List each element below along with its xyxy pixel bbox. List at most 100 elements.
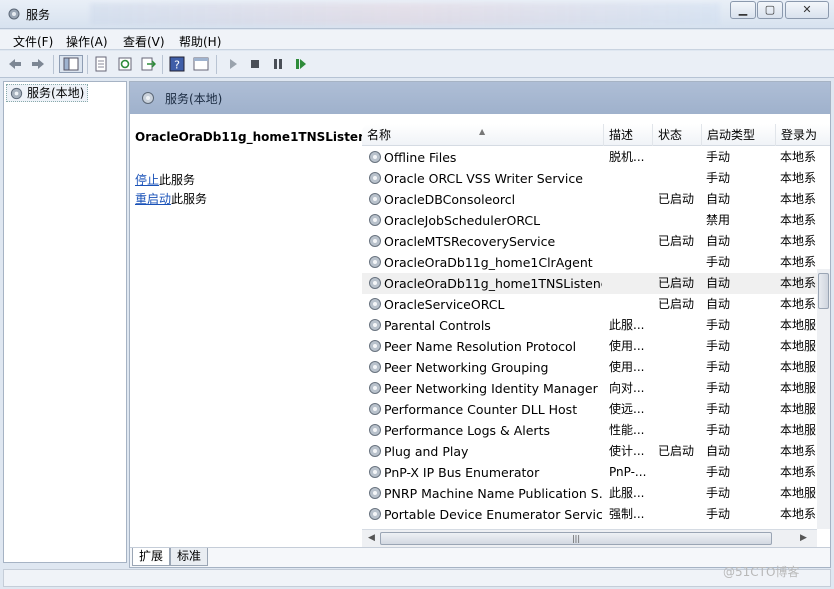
service-name-cell: OracleOraDb11g_home1TNSListener [384, 276, 602, 291]
service-row[interactable]: OracleMTSRecoveryService 已启动 自动 本地系 [362, 231, 817, 252]
window-title: 服务 [26, 8, 51, 22]
service-logon-cell: 本地服 [780, 423, 817, 437]
column-header-row: 名称 ▲ 描述 状态 启动类型 登录为 [362, 124, 830, 146]
service-desc-cell: 使远... [609, 402, 645, 416]
service-desc-cell: 强制... [609, 507, 645, 521]
tree-node-services-local[interactable]: 服务(本地) [6, 84, 89, 102]
service-startup-cell: 手动 [706, 318, 731, 332]
service-row[interactable]: Portable Device Enumerator Service 强制... 手… [362, 504, 817, 525]
show-hide-pane-icon[interactable] [192, 55, 210, 73]
service-row[interactable]: Performance Counter DLL Host 使远... 手动 本地服 [362, 399, 817, 420]
service-desc-cell: PnP-... [609, 465, 647, 479]
service-gear-icon [367, 296, 383, 312]
service-gear-icon [367, 233, 383, 249]
column-header-name[interactable]: 名称 ▲ [362, 124, 604, 146]
forward-arrow-icon[interactable] [29, 55, 47, 73]
service-row[interactable]: Plug and Play 使计... 已启动 自动 本地系 [362, 441, 817, 462]
scroll-right-arrow-icon[interactable]: ▶ [800, 533, 807, 543]
service-gear-icon [367, 317, 383, 333]
service-startup-cell: 禁用 [706, 213, 731, 227]
export-list-icon[interactable] [139, 55, 157, 73]
service-detail-panel: OracleOraDb11g_home1TNSListener 停止此服务 重启… [130, 114, 381, 548]
stop-service-link[interactable]: 停止 [135, 173, 159, 187]
service-row[interactable]: Parental Controls 此服... 手动 本地服 [362, 315, 817, 336]
service-status-cell: 已启动 [658, 297, 695, 311]
vertical-scrollbar[interactable] [817, 269, 830, 529]
service-gear-icon [367, 485, 383, 501]
restart-service-line: 重启动此服务 [135, 190, 207, 207]
service-logon-cell: 本地系 [780, 234, 817, 248]
pane-header: 服务(本地) [130, 82, 830, 114]
horizontal-scroll-thumb[interactable]: ||| [380, 532, 772, 545]
service-row[interactable]: PnP-X IP Bus Enumerator PnP-... 手动 本地系 [362, 462, 817, 483]
tab-extended[interactable]: 扩展 [132, 548, 171, 566]
maximize-button[interactable]: ▢ [757, 1, 783, 19]
tab-standard[interactable]: 标准 [170, 548, 209, 566]
service-name-cell: PnP-X IP Bus Enumerator [384, 465, 540, 480]
console-tree-icon[interactable] [59, 55, 83, 73]
column-header-startup-type[interactable]: 启动类型 [702, 124, 776, 146]
vertical-scroll-thumb[interactable] [818, 273, 829, 309]
service-row[interactable]: OracleDBConsoleorcl 已启动 自动 本地系 [362, 189, 817, 210]
service-row[interactable]: Peer Networking Grouping 使用... 手动 本地服 [362, 357, 817, 378]
close-button[interactable]: ✕ [785, 1, 829, 19]
horizontal-scrollbar[interactable]: ◀ ||| ▶ [362, 529, 817, 547]
watermark-text: @51CTO博客 [723, 565, 800, 579]
service-name-cell: Peer Networking Grouping [384, 360, 549, 375]
pane-title: 服务(本地) [165, 92, 223, 106]
service-name-cell: OracleOraDb11g_home1ClrAgent [384, 255, 593, 270]
service-gear-icon [367, 191, 383, 207]
service-logon-cell: 本地系 [780, 171, 817, 185]
column-header-desc[interactable]: 描述 [604, 124, 653, 146]
service-gear-icon [367, 422, 383, 438]
service-row[interactable]: Offline Files 脱机... 手动 本地系 [362, 147, 817, 168]
service-status-cell: 已启动 [658, 192, 695, 206]
service-desc-cell: 使计... [609, 444, 645, 458]
service-row[interactable]: OracleOraDb11g_home1ClrAgent 手动 本地系 [362, 252, 817, 273]
title-bar: 服务 ▁ ▢ ✕ [0, 0, 834, 29]
service-startup-cell: 自动 [706, 234, 731, 248]
stop-service-icon[interactable] [246, 55, 264, 73]
service-logon-cell: 本地服 [780, 402, 817, 416]
service-row[interactable]: Oracle ORCL VSS Writer Service 手动 本地系 [362, 168, 817, 189]
service-name-cell: Oracle ORCL VSS Writer Service [384, 171, 583, 186]
restart-service-link[interactable]: 重启动 [135, 192, 171, 206]
service-row[interactable]: PNRP Machine Name Publication S... 此服... 手… [362, 483, 817, 504]
service-startup-cell: 手动 [706, 507, 731, 521]
service-row[interactable]: OracleJobSchedulerORCL 禁用 本地系 [362, 210, 817, 231]
pause-service-icon[interactable] [269, 55, 287, 73]
service-desc-cell: 此服... [609, 486, 645, 500]
menu-view[interactable]: 查看(V) [123, 33, 165, 50]
scroll-left-arrow-icon[interactable]: ◀ [368, 533, 375, 543]
restart-service-icon[interactable] [292, 55, 310, 73]
refresh-icon[interactable] [116, 55, 134, 73]
help-icon[interactable]: ? [168, 55, 186, 73]
service-row[interactable]: Performance Logs & Alerts 性能... 手动 本地服 [362, 420, 817, 441]
start-service-icon[interactable] [224, 55, 242, 73]
stop-service-suffix: 此服务 [159, 173, 196, 187]
column-header-status[interactable]: 状态 [653, 124, 702, 146]
service-row[interactable]: OracleServiceORCL 已启动 自动 本地系 [362, 294, 817, 315]
service-status-cell: 已启动 [658, 444, 695, 458]
back-arrow-icon[interactable] [6, 55, 24, 73]
menu-action[interactable]: 操作(A) [66, 33, 108, 50]
service-name-cell: PNRP Machine Name Publication S... [384, 486, 602, 501]
minimize-button[interactable]: ▁ [730, 1, 756, 19]
column-header-logon[interactable]: 登录为 [776, 124, 830, 146]
menu-file[interactable]: 文件(F) [13, 33, 53, 50]
svg-text:?: ? [174, 59, 180, 72]
console-tree: 服务(本地) [3, 81, 127, 563]
service-desc-cell: 脱机... [609, 150, 645, 164]
service-gear-icon [367, 359, 383, 375]
service-row[interactable]: Peer Name Resolution Protocol 使用... 手动 本地服 [362, 336, 817, 357]
menu-help[interactable]: 帮助(H) [179, 33, 221, 50]
service-gear-icon [367, 212, 383, 228]
properties-icon[interactable] [92, 55, 110, 73]
service-gear-icon [367, 170, 383, 186]
service-row[interactable]: OracleOraDb11g_home1TNSListener 已启动 自动 本地系 [362, 273, 817, 294]
service-desc-cell: 向对... [609, 381, 645, 395]
service-row[interactable]: Peer Networking Identity Manager 向对... 手动 本… [362, 378, 817, 399]
service-logon-cell: 本地系 [780, 213, 817, 227]
service-name-cell: Peer Name Resolution Protocol [384, 339, 577, 354]
services-gear-icon [8, 8, 20, 20]
